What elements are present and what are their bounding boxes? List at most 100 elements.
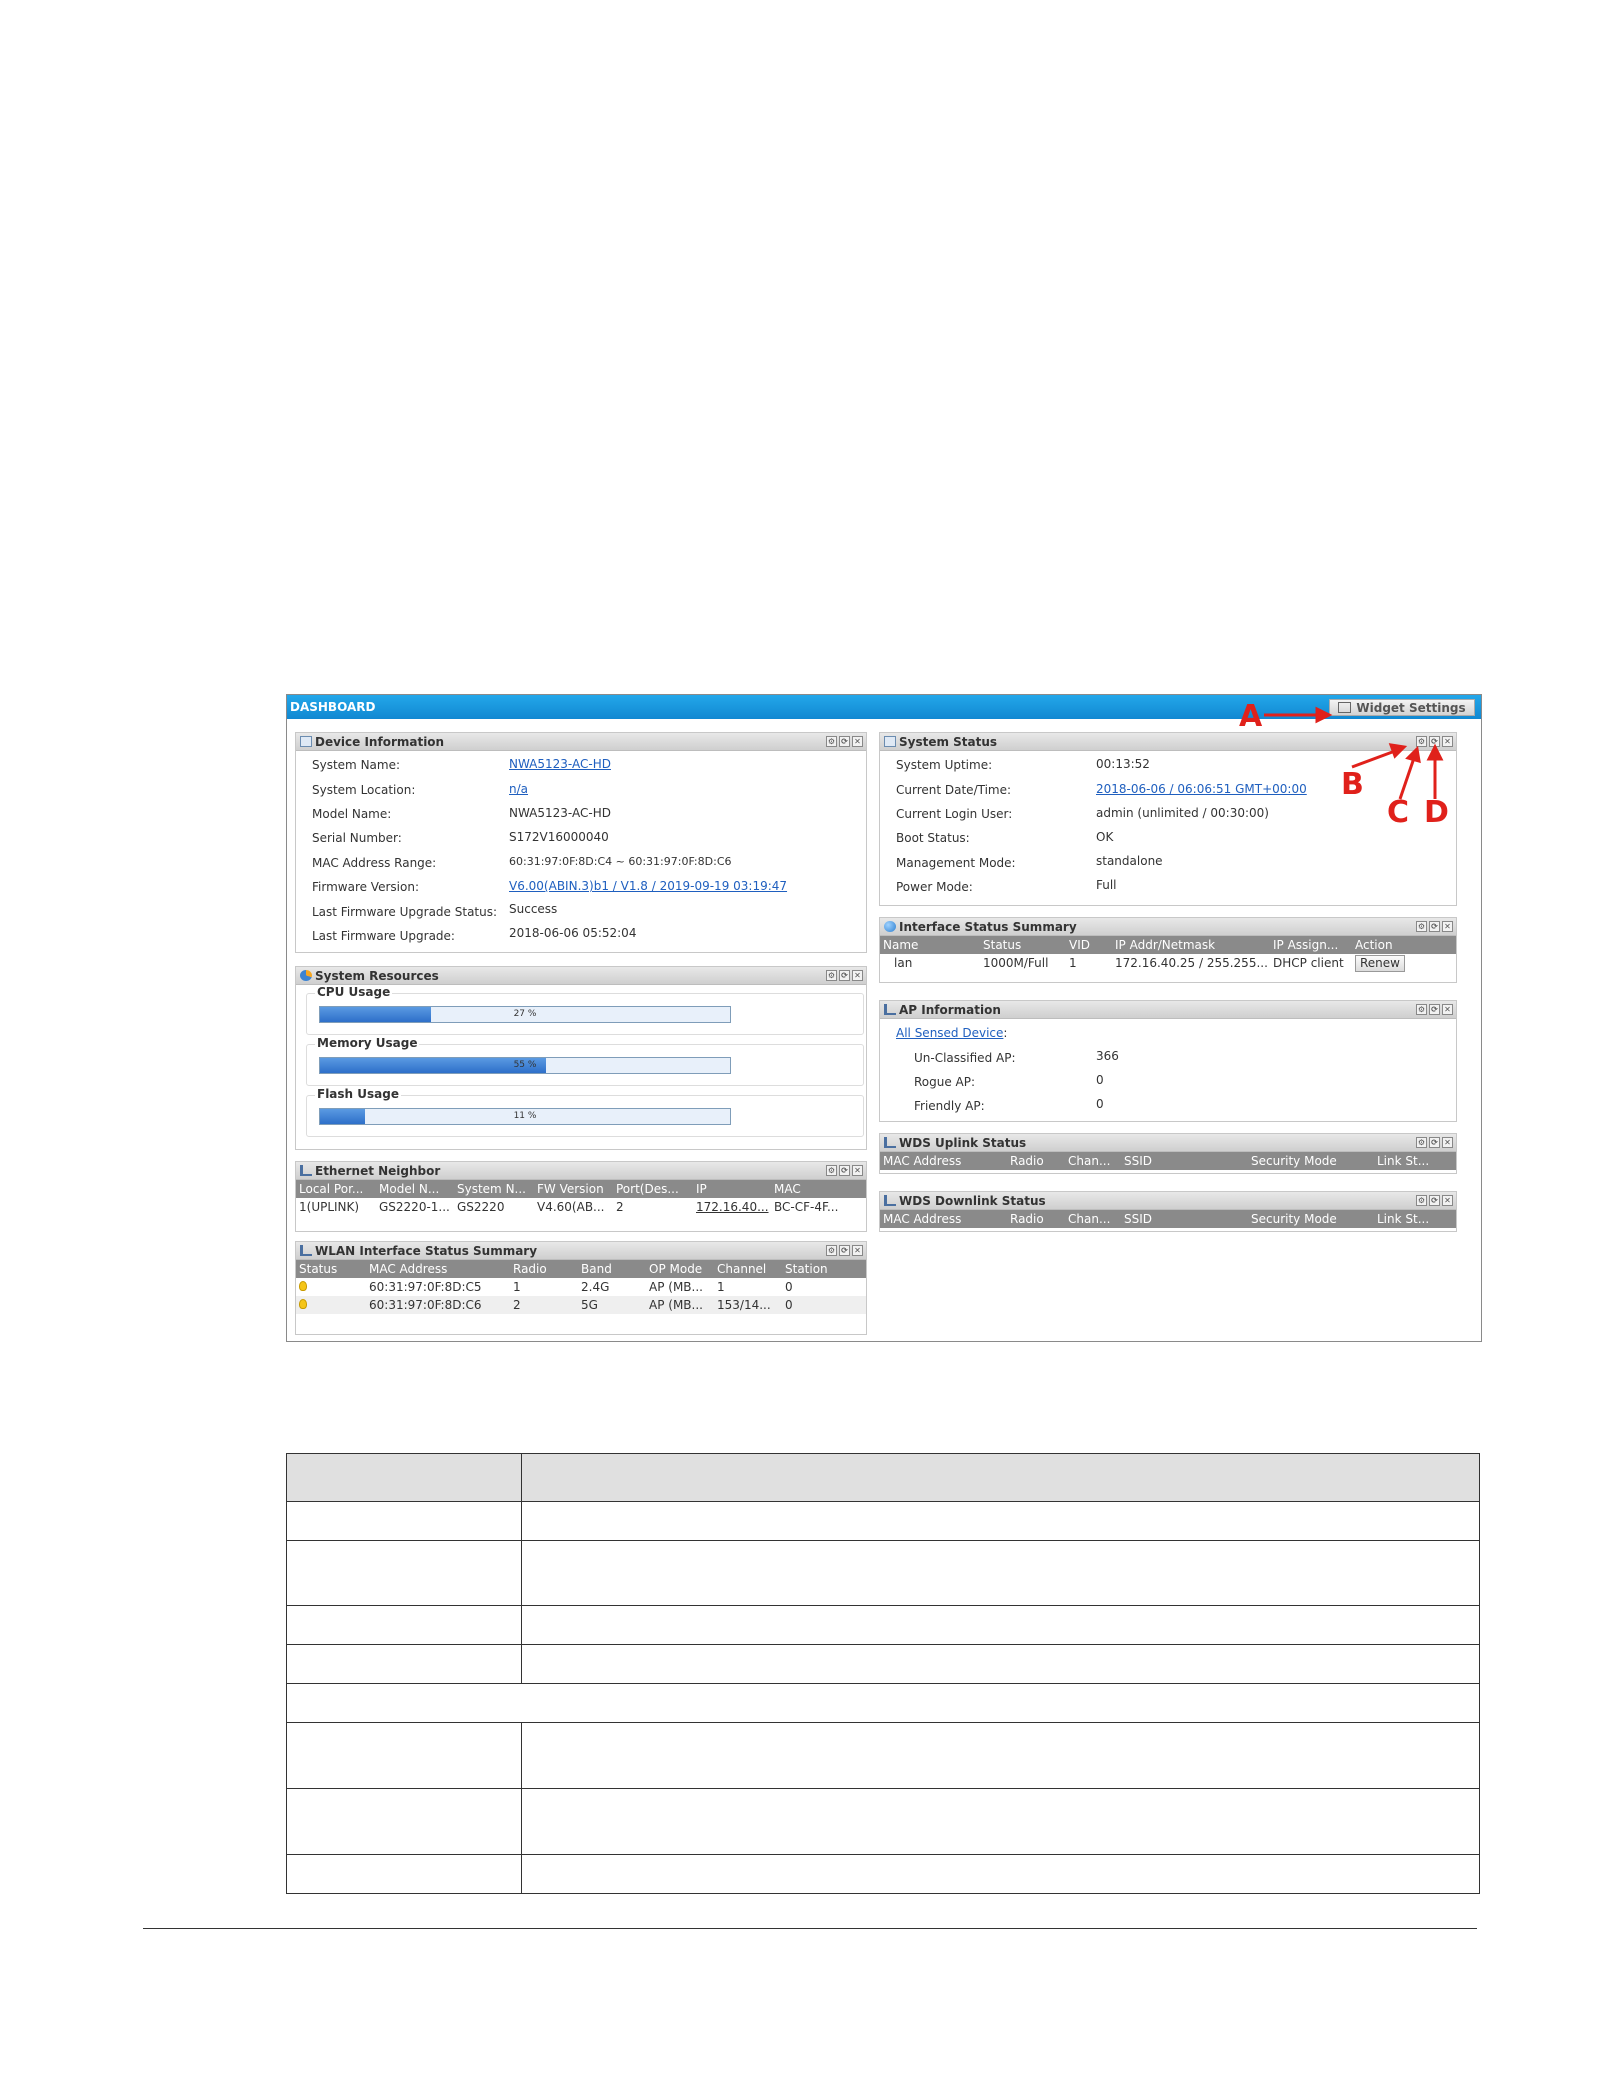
column-header[interactable]: Station — [782, 1260, 866, 1278]
cpu-usage-bar: 27 % — [319, 1006, 731, 1023]
table-row — [286, 1683, 1480, 1723]
arrow-c-head — [1405, 745, 1421, 764]
column-header[interactable]: Local Por... — [296, 1180, 376, 1198]
close-icon[interactable]: ✕ — [852, 970, 863, 981]
refresh-icon[interactable]: ⟳ — [1429, 1004, 1440, 1015]
firmware-version-link[interactable]: V6.00(ABIN.3)b1 / V1.8 / 2019-09-19 03:1… — [509, 879, 787, 893]
column-header[interactable]: VID — [1066, 936, 1112, 954]
column-header[interactable]: Security Mode — [1248, 1210, 1374, 1228]
settings-icon[interactable]: ⚙ — [1416, 1004, 1427, 1015]
interface-summary-panel: Interface Status Summary ⚙ ⟳ ✕ Name Status… — [879, 917, 1457, 983]
ethernet-neighbor-panel: Ethernet Neighbor ⚙ ⟳ ✕ Local Por... Model… — [295, 1161, 867, 1232]
ap-label: Un-Classified AP: — [914, 1051, 1016, 1065]
settings-icon[interactable]: ⚙ — [826, 1165, 837, 1176]
refresh-icon[interactable]: ⟳ — [1429, 1195, 1440, 1206]
settings-icon[interactable]: ⚙ — [826, 1245, 837, 1256]
info-label: Firmware Version: — [312, 880, 419, 894]
table-cell: GS2220-1... — [379, 1200, 450, 1214]
table-row — [286, 1501, 1480, 1541]
column-header[interactable]: Radio — [1007, 1152, 1065, 1170]
settings-icon[interactable]: ⚙ — [826, 970, 837, 981]
flash-usage-percent: 11 % — [513, 1111, 537, 1121]
refresh-icon[interactable]: ⟳ — [1429, 921, 1440, 932]
network-icon — [300, 1245, 312, 1256]
column-header[interactable]: MAC — [771, 1180, 866, 1198]
column-header[interactable]: IP Addr/Netmask — [1112, 936, 1270, 954]
table-cell — [286, 1644, 522, 1684]
info-value: Success — [509, 902, 558, 916]
table-header-row — [286, 1453, 1480, 1502]
close-icon[interactable]: ✕ — [1442, 1004, 1453, 1015]
table-cell — [286, 1683, 1480, 1723]
column-header[interactable]: Chan... — [1065, 1210, 1121, 1228]
arrow-b — [1351, 749, 1396, 769]
info-label: Last Firmware Upgrade: — [312, 929, 455, 943]
refresh-icon[interactable]: ⟳ — [1429, 1137, 1440, 1148]
neighbor-ip-link[interactable]: 172.16.40... — [693, 1198, 771, 1216]
table-cell: AP (MB... — [649, 1298, 703, 1312]
close-icon[interactable]: ✕ — [1442, 1195, 1453, 1206]
column-header[interactable]: Status — [296, 1260, 366, 1278]
table-cell — [521, 1501, 1480, 1541]
column-header[interactable]: MAC Address — [880, 1152, 1007, 1170]
table-row — [286, 1540, 1480, 1606]
column-header[interactable]: Port(Des... — [613, 1180, 693, 1198]
info-value: 2018-06-06 05:52:04 — [509, 926, 637, 940]
table-cell: 1 — [513, 1280, 521, 1294]
memory-usage-bar: 55 % — [319, 1057, 731, 1074]
wds-uplink-panel: WDS Uplink Status ⚙ ⟳ ✕ MAC Address Radio … — [879, 1133, 1457, 1174]
refresh-icon[interactable]: ⟳ — [839, 970, 850, 981]
column-header[interactable]: Chan... — [1065, 1152, 1121, 1170]
table-cell — [521, 1788, 1480, 1855]
column-header[interactable]: System N... — [454, 1180, 534, 1198]
close-icon[interactable]: ✕ — [852, 1245, 863, 1256]
ap-value: 0 — [1096, 1097, 1104, 1111]
panel-controls: ⚙ ⟳ ✕ — [1414, 1195, 1453, 1207]
column-header[interactable]: Radio — [510, 1260, 578, 1278]
close-icon[interactable]: ✕ — [1442, 921, 1453, 932]
all-sensed-device-link[interactable]: All Sensed Device — [896, 1026, 1003, 1040]
settings-icon[interactable]: ⚙ — [1416, 1195, 1427, 1206]
column-header[interactable]: Status — [980, 936, 1066, 954]
column-header[interactable]: MAC Address — [366, 1260, 510, 1278]
renew-button[interactable]: Renew — [1355, 954, 1405, 972]
column-header[interactable]: Radio — [1007, 1210, 1065, 1228]
flash-usage-label: Flash Usage — [315, 1087, 401, 1101]
info-label: Last Firmware Upgrade Status: — [312, 905, 498, 919]
table-header-row: Local Por... Model N... System N... FW V… — [296, 1180, 866, 1198]
close-icon[interactable]: ✕ — [1442, 1137, 1453, 1148]
refresh-icon[interactable]: ⟳ — [839, 1165, 850, 1176]
column-header[interactable]: Model N... — [376, 1180, 454, 1198]
column-header[interactable]: Security Mode — [1248, 1152, 1374, 1170]
column-header[interactable]: Link St... — [1374, 1152, 1456, 1170]
column-header[interactable]: IP — [693, 1180, 771, 1198]
column-header[interactable]: Link St... — [1374, 1210, 1456, 1228]
column-header[interactable]: FW Version — [534, 1180, 613, 1198]
annotation-a: A — [1239, 699, 1263, 734]
panel-title: System Resources — [315, 969, 439, 983]
panel-title: WDS Uplink Status — [899, 1136, 1027, 1150]
table-cell — [521, 1854, 1480, 1894]
column-header[interactable]: SSID — [1121, 1210, 1248, 1228]
column-header[interactable]: Channel — [714, 1260, 782, 1278]
memory-usage-percent: 55 % — [513, 1060, 537, 1070]
column-header[interactable]: SSID — [1121, 1152, 1248, 1170]
panel-header: Interface Status Summary ⚙ ⟳ ✕ — [880, 918, 1456, 936]
column-header[interactable]: MAC Address — [880, 1210, 1007, 1228]
column-header[interactable]: Action — [1352, 936, 1456, 954]
settings-icon[interactable]: ⚙ — [1416, 1137, 1427, 1148]
column-header[interactable]: Band — [578, 1260, 646, 1278]
column-header[interactable]: OP Mode — [646, 1260, 714, 1278]
dashboard-screenshot: DASHBOARD Widget Settings Device Informa… — [286, 694, 1482, 1342]
close-icon[interactable]: ✕ — [852, 1165, 863, 1176]
lightbulb-icon — [299, 1281, 307, 1291]
column-header[interactable]: Name — [880, 936, 980, 954]
table-row: lan 1000M/Full 1 172.16.40.25 / 255.255.… — [880, 954, 1456, 972]
table-cell: lan — [894, 956, 913, 970]
column-header[interactable]: IP Assign... — [1270, 936, 1352, 954]
table-header-row: Name Status VID IP Addr/Netmask IP Assig… — [880, 936, 1456, 954]
refresh-icon[interactable]: ⟳ — [839, 1245, 850, 1256]
panel-controls: ⚙ ⟳ ✕ — [1414, 1004, 1453, 1016]
settings-icon[interactable]: ⚙ — [1416, 921, 1427, 932]
arrow-a-head — [1315, 706, 1333, 724]
